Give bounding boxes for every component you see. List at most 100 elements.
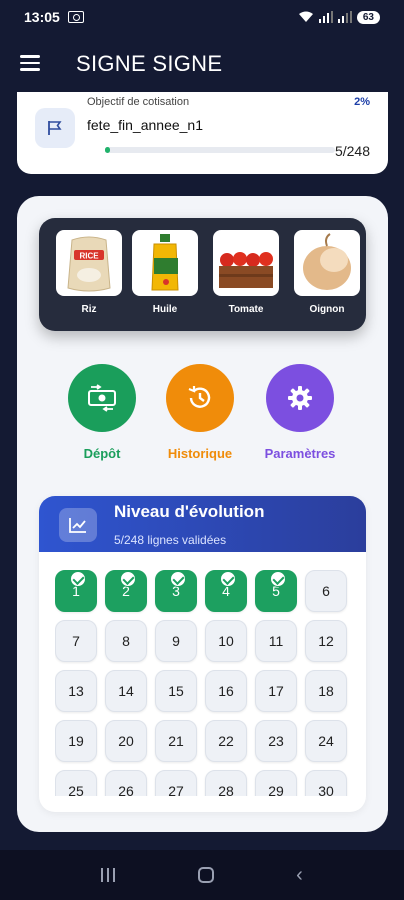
level-cell-number: 16 <box>218 683 234 699</box>
wifi-icon <box>298 11 313 22</box>
level-cell[interactable]: 13 <box>55 670 97 712</box>
level-cell-number: 28 <box>218 783 234 796</box>
level-cell-number: 17 <box>268 683 284 699</box>
app-title: SIGNE SIGNE <box>76 51 223 76</box>
level-cell[interactable]: 12 <box>305 620 347 662</box>
evolution-card: Niveau d'évolution 5/248 lignes validées… <box>39 496 366 812</box>
level-cell-number: 21 <box>168 733 184 749</box>
level-cell-number: 22 <box>218 733 234 749</box>
level-cell[interactable]: 15 <box>155 670 197 712</box>
recent-apps-icon[interactable] <box>101 868 116 882</box>
action-label: Historique <box>167 446 233 461</box>
level-cell[interactable]: 29 <box>255 770 297 796</box>
flag-icon <box>35 108 75 148</box>
back-icon[interactable]: ‹ <box>296 864 303 887</box>
level-cell[interactable]: 5 <box>255 570 297 612</box>
level-cell[interactable]: 23 <box>255 720 297 762</box>
goal-name: fete_fin_annee_n1 <box>87 117 203 133</box>
level-cell-number: 26 <box>118 783 134 796</box>
level-cell-number: 30 <box>318 783 334 796</box>
tomato-crate-icon <box>213 230 279 296</box>
level-cell[interactable]: 17 <box>255 670 297 712</box>
level-cell[interactable]: 2 <box>105 570 147 612</box>
check-icon <box>220 571 236 587</box>
level-cell[interactable]: 6 <box>305 570 347 612</box>
product-carousel[interactable]: RICE Riz Huile Tomate Oignon › <box>39 218 366 331</box>
level-cell-number: 24 <box>318 733 334 749</box>
product-huile[interactable]: Huile <box>132 230 198 315</box>
status-time: 13:05 <box>24 9 60 25</box>
product-tomate[interactable]: Tomate <box>213 230 279 315</box>
level-cell-number: 14 <box>118 683 134 699</box>
home-icon[interactable] <box>197 867 214 883</box>
level-cell[interactable]: 11 <box>255 620 297 662</box>
main-card: RICE Riz Huile Tomate Oignon › Dépôt His… <box>17 196 388 832</box>
app-bar: SIGNE SIGNE <box>0 40 404 86</box>
level-cell-number: 10 <box>218 633 234 649</box>
menu-icon[interactable] <box>20 55 40 71</box>
level-cell-number: 8 <box>122 633 130 649</box>
goal-count: 5/248 <box>334 143 370 159</box>
level-cell[interactable]: 30 <box>305 770 347 796</box>
product-label: Oignon <box>309 304 345 315</box>
onion-icon <box>294 230 360 296</box>
level-cell-number: 13 <box>68 683 84 699</box>
deposit-button[interactable]: Dépôt <box>52 364 152 461</box>
level-cell[interactable]: 19 <box>55 720 97 762</box>
svg-text:RICE: RICE <box>79 252 99 261</box>
level-cell[interactable]: 25 <box>55 770 97 796</box>
evolution-header: Niveau d'évolution 5/248 lignes validées <box>39 496 366 552</box>
level-cell-number: 29 <box>268 783 284 796</box>
goal-percent: 2% <box>354 96 370 108</box>
level-cell[interactable]: 24 <box>305 720 347 762</box>
level-cell-number: 25 <box>68 783 84 796</box>
oil-bottle-icon <box>132 230 198 296</box>
action-label: Dépôt <box>83 446 121 461</box>
level-cell[interactable]: 26 <box>105 770 147 796</box>
level-cell-number: 12 <box>318 633 334 649</box>
level-cell[interactable]: 7 <box>55 620 97 662</box>
level-cell-number: 19 <box>68 733 84 749</box>
level-cell[interactable]: 10 <box>205 620 247 662</box>
settings-button[interactable]: Paramètres <box>250 364 350 461</box>
product-riz[interactable]: RICE Riz <box>56 230 122 315</box>
chart-line-icon <box>59 508 97 542</box>
level-cell-number: 6 <box>322 583 330 599</box>
level-cell[interactable]: 28 <box>205 770 247 796</box>
chevron-right-icon[interactable]: › <box>351 260 358 283</box>
money-transfer-icon <box>68 364 136 432</box>
check-icon <box>170 571 186 587</box>
check-icon <box>120 571 136 587</box>
check-icon <box>70 571 86 587</box>
level-cell[interactable]: 8 <box>105 620 147 662</box>
goal-label: Objectif de cotisation <box>87 96 190 108</box>
level-cell-number: 11 <box>268 633 284 649</box>
level-cell[interactable]: 22 <box>205 720 247 762</box>
history-icon <box>166 364 234 432</box>
level-cell[interactable]: 9 <box>155 620 197 662</box>
level-cell[interactable]: 21 <box>155 720 197 762</box>
goal-card[interactable]: Objectif de cotisation 2% fete_fin_annee… <box>17 92 388 174</box>
evolution-grid[interactable]: 1 2 3 4 5 6 7 8 9 10 11 12 13 14 15 16 17 18 19 20 21 22 23 24 2… <box>55 570 355 796</box>
screen-record-icon <box>67 11 84 23</box>
level-cell-number: 15 <box>168 683 184 699</box>
level-cell[interactable]: 1 <box>55 570 97 612</box>
level-cell-number: 27 <box>168 783 184 796</box>
check-icon <box>270 571 286 587</box>
goal-progress-bar <box>105 147 335 153</box>
product-oignon[interactable]: Oignon <box>294 230 360 315</box>
level-cell[interactable]: 20 <box>105 720 147 762</box>
level-cell[interactable]: 14 <box>105 670 147 712</box>
system-nav-bar: ‹ <box>0 850 404 900</box>
status-bar: 13:05 63 <box>0 0 404 34</box>
history-button[interactable]: Historique <box>150 364 250 461</box>
level-cell[interactable]: 3 <box>155 570 197 612</box>
level-cell[interactable]: 4 <box>205 570 247 612</box>
level-cell-number: 18 <box>318 683 334 699</box>
gear-icon <box>266 364 334 432</box>
level-cell[interactable]: 27 <box>155 770 197 796</box>
signal-icon <box>318 11 333 23</box>
product-label: Riz <box>81 304 97 315</box>
level-cell[interactable]: 18 <box>305 670 347 712</box>
level-cell[interactable]: 16 <box>205 670 247 712</box>
